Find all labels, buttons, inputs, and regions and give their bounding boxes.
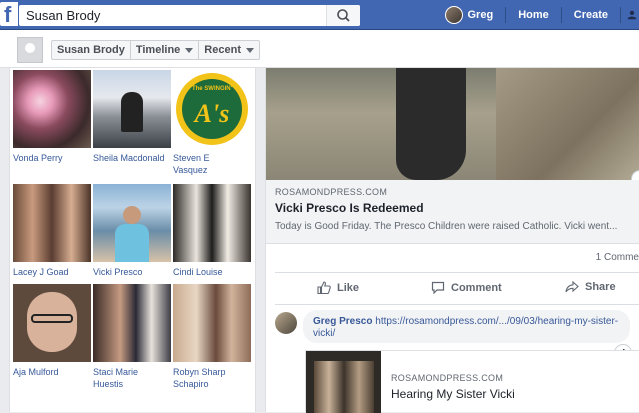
comment-button[interactable]: Comment — [431, 281, 502, 294]
link-thumbnail — [306, 351, 381, 413]
person-body — [115, 224, 149, 262]
athletics-logo: The SWINGIN' A's — [173, 70, 251, 148]
like-label: Like — [337, 282, 359, 294]
friend-photo[interactable]: The SWINGIN' A's — [173, 70, 251, 148]
friend-name[interactable]: Staci Marie Huestis — [93, 366, 153, 390]
friend-photo[interactable] — [93, 184, 171, 262]
like-button[interactable]: Like — [317, 281, 359, 294]
person-head — [123, 206, 141, 224]
comment-link-preview[interactable]: ROSAMONDPRESS.COM Hearing My Sister Vick… — [305, 350, 639, 412]
friend-tile[interactable]: Vonda Perry — [13, 70, 91, 164]
friend-tile[interactable]: Lacey J Goad — [13, 184, 91, 278]
friend-name[interactable]: Aja Mulford — [13, 366, 91, 378]
friend-name[interactable]: Sheila Macdonald — [93, 152, 171, 164]
thumbs-up-icon — [317, 281, 331, 294]
avatar[interactable] — [275, 312, 297, 334]
comments-count[interactable]: 1 Comme — [596, 252, 639, 263]
crumb-recent[interactable]: Recent — [199, 41, 259, 59]
glasses — [31, 314, 73, 323]
home-link[interactable]: Home — [506, 9, 561, 21]
profile-name: Greg — [468, 9, 494, 21]
chevron-down-icon — [246, 48, 254, 53]
facebook-logo[interactable]: f — [0, 2, 18, 26]
friend-name[interactable]: Steven E Vasquez — [173, 152, 223, 176]
friend-photo[interactable] — [93, 284, 171, 362]
svg-text:The SWINGIN': The SWINGIN' — [192, 86, 233, 92]
create-link[interactable]: Create — [562, 9, 620, 21]
search-box — [19, 5, 360, 26]
friend-photo[interactable] — [13, 70, 91, 148]
friend-name[interactable]: Vicki Presco — [93, 266, 171, 278]
leaves-texture — [496, 68, 639, 180]
friend-name[interactable]: Lacey J Goad — [13, 266, 91, 278]
link-preview[interactable]: ROSAMONDPRESS.COM Vicki Presco Is Redeem… — [266, 180, 639, 244]
profile-link[interactable]: Greg — [445, 6, 506, 24]
friend-tile[interactable]: The SWINGIN' A's Steven E Vasquez — [173, 70, 251, 176]
comment-label: Comment — [451, 282, 502, 294]
friend-name[interactable]: Vonda Perry — [13, 152, 91, 164]
crumb-profile-name[interactable]: Susan Brody — [52, 41, 131, 59]
link-title[interactable]: Hearing My Sister Vicki — [391, 387, 515, 401]
svg-text:A's: A's — [193, 99, 230, 128]
share-label: Share — [585, 281, 616, 293]
link-title[interactable]: Vicki Presco Is Redeemed — [275, 201, 424, 215]
share-icon — [565, 281, 579, 293]
thumbnail-photo — [314, 361, 374, 413]
friend-photo[interactable] — [93, 70, 171, 148]
link-snippet: Today is Good Friday. The Presco Childre… — [275, 221, 637, 232]
friend-tile[interactable]: Robyn Sharp Schapiro — [173, 284, 251, 390]
avatar — [445, 6, 463, 24]
profile-header: Susan Brody Timeline Recent — [0, 30, 639, 68]
news-feed-post: i ROSAMONDPRESS.COM Vicki Presco Is Rede… — [265, 68, 639, 412]
search-input[interactable] — [19, 5, 326, 26]
friend-tile[interactable]: Cindi Louise — [173, 184, 251, 278]
friend-tile[interactable]: Vicki Presco — [93, 184, 171, 278]
search-icon — [327, 5, 361, 26]
top-navigation-bar: f Greg Home Create — [0, 0, 639, 30]
search-button[interactable] — [326, 5, 360, 26]
friend-requests-icon[interactable] — [627, 9, 637, 21]
comment: Greg Presco https://rosamondpress.com/..… — [275, 310, 639, 412]
post-actions: Like Comment Share — [275, 272, 639, 305]
friend-tile[interactable]: Aja Mulford — [13, 284, 91, 378]
link-domain: ROSAMONDPRESS.COM — [275, 187, 387, 197]
friend-photo[interactable] — [173, 184, 251, 262]
divider — [620, 7, 621, 23]
friend-tile[interactable]: Sheila Macdonald — [93, 70, 171, 164]
profile-avatar[interactable] — [17, 37, 43, 63]
comment-icon — [431, 281, 445, 294]
chevron-down-icon — [185, 48, 193, 53]
top-right-nav: Greg Home Create — [445, 0, 639, 30]
friend-tile[interactable]: Staci Marie Huestis — [93, 284, 171, 390]
link-domain: ROSAMONDPRESS.COM — [391, 373, 503, 383]
share-button[interactable]: Share — [565, 281, 616, 293]
friend-name[interactable]: Robyn Sharp Schapiro — [173, 366, 233, 390]
friend-photo[interactable] — [173, 284, 251, 362]
comment-bubble: Greg Presco https://rosamondpress.com/..… — [303, 310, 630, 343]
crumb-timeline[interactable]: Timeline — [131, 41, 199, 59]
person-silhouette — [121, 92, 143, 132]
friend-photo[interactable] — [13, 284, 91, 362]
comment-author[interactable]: Greg Presco — [313, 316, 372, 327]
figure-silhouette — [396, 68, 466, 180]
post-image[interactable]: i — [266, 68, 639, 180]
friend-photo[interactable] — [13, 184, 91, 262]
friends-grid: Vonda Perry Sheila Macdonald The SWINGIN… — [9, 68, 256, 412]
friend-name[interactable]: Cindi Louise — [173, 266, 251, 278]
breadcrumb: Susan Brody Timeline Recent — [51, 40, 260, 60]
